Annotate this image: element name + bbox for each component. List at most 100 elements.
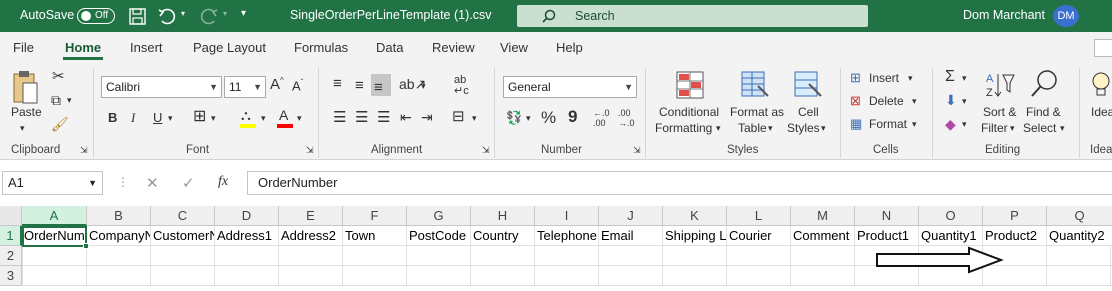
- fill-handle[interactable]: [83, 243, 89, 249]
- undo-icon[interactable]: [157, 7, 177, 25]
- tab-view[interactable]: View: [500, 40, 528, 55]
- delete-cells-icon[interactable]: ⊠: [850, 94, 861, 107]
- cell-l1[interactable]: Courier: [727, 226, 791, 246]
- column-header-q[interactable]: Q: [1047, 206, 1112, 226]
- merge-center-icon[interactable]: ⊟: [452, 109, 465, 124]
- tab-review[interactable]: Review: [432, 40, 475, 55]
- avatar[interactable]: DM: [1053, 5, 1079, 27]
- cell-q1[interactable]: Quantity2: [1047, 226, 1112, 246]
- tab-help[interactable]: Help: [556, 40, 583, 55]
- insert-cells-icon[interactable]: ⊞: [850, 71, 861, 84]
- wrap-text-icon[interactable]: ab ↵c: [454, 75, 469, 97]
- underline-button[interactable]: U: [153, 111, 162, 124]
- row-header-1[interactable]: 1: [0, 226, 22, 246]
- tab-file[interactable]: File: [13, 40, 34, 55]
- find-select-icon[interactable]: [1029, 69, 1059, 101]
- font-size-combo[interactable]: 11 ▼: [224, 76, 266, 98]
- fill-color-dropdown-icon[interactable]: ▾: [261, 114, 266, 123]
- insert-cells-label[interactable]: Insert: [869, 71, 899, 85]
- copy-icon[interactable]: ⧉: [51, 93, 61, 107]
- cell-i1[interactable]: Telephone: [535, 226, 599, 246]
- column-header-d[interactable]: D: [215, 206, 279, 226]
- name-box[interactable]: A1 ▼: [2, 171, 103, 195]
- conditional-formatting-label-1[interactable]: Conditional: [659, 105, 719, 119]
- cell-f1[interactable]: Town: [343, 226, 407, 246]
- cell-c1[interactable]: CustomerName: [151, 226, 215, 246]
- insert-function-icon[interactable]: fx: [218, 175, 228, 189]
- italic-button[interactable]: I: [131, 111, 135, 124]
- cell-styles-label-1[interactable]: Cell: [798, 105, 819, 119]
- sort-filter-icon[interactable]: AZ: [984, 70, 1016, 100]
- align-bottom-icon[interactable]: ≡: [374, 80, 383, 95]
- clear-icon[interactable]: ◆: [945, 117, 956, 131]
- find-select-label-1[interactable]: Find &: [1026, 105, 1061, 119]
- paste-label[interactable]: Paste: [11, 105, 42, 119]
- conditional-formatting-label-2[interactable]: Formatting: [655, 121, 712, 135]
- paste-icon[interactable]: [11, 70, 39, 106]
- format-cells-label[interactable]: Format: [869, 117, 907, 131]
- chevron-down-icon[interactable]: ▼: [88, 172, 97, 194]
- column-header-a[interactable]: A: [22, 206, 87, 226]
- row-header-3[interactable]: 3: [0, 266, 22, 286]
- cell-styles-dropdown-icon[interactable]: ▾: [821, 124, 826, 133]
- share-button[interactable]: [1094, 39, 1112, 57]
- undo-dropdown-icon[interactable]: ▾: [181, 9, 185, 18]
- column-header-m[interactable]: M: [791, 206, 855, 226]
- column-header-e[interactable]: E: [279, 206, 343, 226]
- delete-dropdown-icon[interactable]: ▾: [912, 97, 917, 106]
- cell-d1[interactable]: Address1: [215, 226, 279, 246]
- tab-data[interactable]: Data: [376, 40, 403, 55]
- font-launcher-icon[interactable]: ⇲: [306, 146, 314, 155]
- formula-input[interactable]: OrderNumber: [247, 171, 1112, 195]
- font-color-dropdown-icon[interactable]: ▾: [297, 114, 302, 123]
- cell-n1[interactable]: Product1: [855, 226, 919, 246]
- column-header-b[interactable]: B: [87, 206, 151, 226]
- sort-filter-label-1[interactable]: Sort &: [983, 105, 1016, 119]
- column-header-g[interactable]: G: [407, 206, 471, 226]
- cell-h1[interactable]: Country: [471, 226, 535, 246]
- number-format-combo[interactable]: General ▼: [503, 76, 637, 98]
- fill-color-icon[interactable]: ⛬: [241, 108, 251, 122]
- cell-e1[interactable]: Address2: [279, 226, 343, 246]
- cell-j1[interactable]: Email: [599, 226, 663, 246]
- column-header-c[interactable]: C: [151, 206, 215, 226]
- bold-button[interactable]: B: [108, 111, 117, 124]
- cancel-icon[interactable]: ✕: [146, 176, 159, 191]
- column-header-k[interactable]: K: [663, 206, 727, 226]
- merge-dropdown-icon[interactable]: ▾: [472, 114, 477, 123]
- enter-icon[interactable]: ✓: [182, 176, 195, 191]
- column-header-l[interactable]: L: [727, 206, 791, 226]
- select-all-corner[interactable]: [0, 206, 22, 226]
- shrink-font-icon[interactable]: Aˇ: [292, 79, 303, 93]
- tab-formulas[interactable]: Formulas: [294, 40, 348, 55]
- clipboard-launcher-icon[interactable]: ⇲: [80, 146, 88, 155]
- column-header-h[interactable]: H: [471, 206, 535, 226]
- borders-dropdown-icon[interactable]: ▾: [211, 114, 216, 123]
- tab-page-layout[interactable]: Page Layout: [193, 40, 266, 55]
- autosum-icon[interactable]: Σ: [945, 69, 955, 85]
- accounting-dropdown-icon[interactable]: ▾: [526, 114, 531, 123]
- tab-insert[interactable]: Insert: [130, 40, 163, 55]
- ideas-icon[interactable]: [1089, 70, 1112, 100]
- column-header-p[interactable]: P: [983, 206, 1047, 226]
- align-middle-icon[interactable]: ≡: [355, 78, 364, 93]
- sort-filter-dropdown-icon[interactable]: ▾: [1010, 124, 1015, 133]
- cell-m1[interactable]: Comment: [791, 226, 855, 246]
- column-header-o[interactable]: O: [919, 206, 983, 226]
- align-right-icon[interactable]: ☰: [377, 110, 390, 125]
- autosave-toggle[interactable]: Off: [77, 8, 115, 24]
- format-dropdown-icon[interactable]: ▾: [912, 120, 917, 129]
- format-table-dropdown-icon[interactable]: ▾: [768, 124, 773, 133]
- number-launcher-icon[interactable]: ⇲: [633, 146, 641, 155]
- borders-icon[interactable]: ⊞: [193, 109, 206, 125]
- redo-icon[interactable]: [199, 7, 219, 25]
- format-painter-icon[interactable]: 🖌: [51, 117, 69, 131]
- user-name[interactable]: Dom Marchant: [963, 8, 1045, 22]
- sort-filter-label-2[interactable]: Filter: [981, 121, 1008, 135]
- font-color-button[interactable]: A: [279, 108, 288, 122]
- redo-dropdown-icon[interactable]: ▾: [223, 9, 227, 18]
- search-box[interactable]: Search: [517, 5, 868, 27]
- cell-styles-icon[interactable]: [793, 70, 823, 100]
- cell-styles-label-2[interactable]: Styles: [787, 121, 820, 135]
- decrease-indent-icon[interactable]: ⇤: [400, 110, 412, 124]
